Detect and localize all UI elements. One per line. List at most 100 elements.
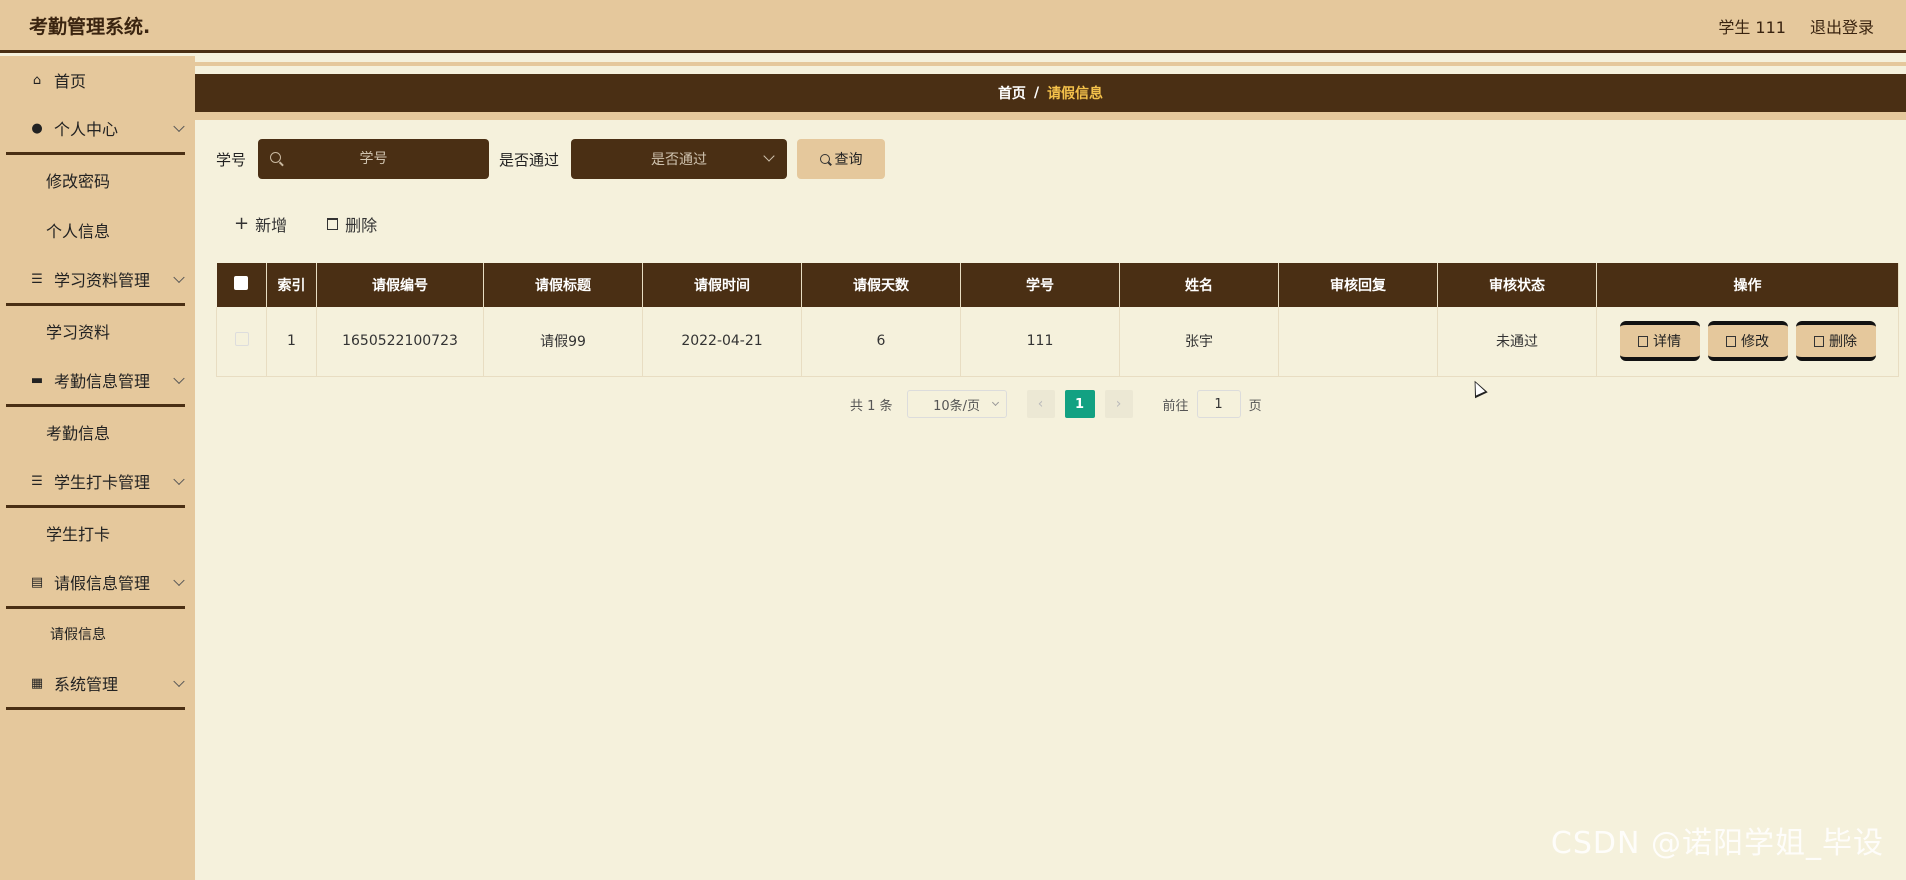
breadcrumb-underbar — [195, 112, 1906, 120]
top-right-area: 学生 111 退出登录 — [1718, 14, 1874, 38]
top-strip — [195, 62, 1906, 66]
pagination: 共 1 条 10条/页 ‹ 1 › 前往 1 页 — [850, 389, 1262, 419]
chevron-down-icon — [763, 150, 775, 162]
column-header: 请假标题 — [483, 263, 643, 307]
cell-operations: 详情 修改 删除 — [1596, 307, 1899, 377]
chevron-down-icon — [173, 675, 185, 688]
add-button-label: 新增 — [255, 216, 288, 235]
select-all-checkbox[interactable] — [234, 276, 249, 290]
search-icon — [819, 154, 830, 164]
sidebar-item-leave-mgmt[interactable]: ▤ 请假信息管理 — [0, 558, 195, 606]
clipboard-icon: ▤ — [30, 574, 44, 590]
chevron-right-icon: › — [1115, 396, 1122, 412]
breadcrumb-current: 请假信息 — [1047, 86, 1104, 102]
student-id-field[interactable] — [258, 139, 490, 179]
sidebar-item-checkin[interactable]: 学生打卡 — [0, 508, 195, 558]
row-delete-button[interactable]: 删除 — [1795, 321, 1876, 362]
logout-link[interactable]: 退出登录 — [1810, 14, 1874, 38]
sidebar-item-leave-info[interactable]: 请假信息 — [0, 609, 195, 659]
cell-name: 张宇 — [1119, 307, 1279, 377]
sidebar-item-change-password[interactable]: 修改密码 — [0, 155, 195, 205]
chevron-down-icon — [173, 372, 185, 385]
row-checkbox[interactable] — [234, 332, 249, 347]
watermark: CSDN @诺阳学姐_毕设 — [1550, 826, 1884, 861]
student-id-label: 学号 — [216, 150, 247, 169]
sidebar-item-system-mgmt[interactable]: ▦ 系统管理 — [0, 659, 195, 707]
leave-table: 索引 请假编号 请假标题 请假时间 请假天数 学号 姓名 审核回复 审核状态 操… — [216, 263, 1899, 377]
detail-button[interactable]: 详情 — [1619, 321, 1700, 362]
student-id-input[interactable] — [258, 151, 490, 167]
plus-icon: + — [234, 213, 250, 234]
sidebar-item-study-mgmt[interactable]: ☰ 学习资料管理 — [0, 255, 195, 303]
goto-label: 前往 — [1162, 398, 1189, 414]
user-icon: ● — [31, 120, 43, 136]
edit-icon — [1726, 335, 1736, 347]
sidebar-item-checkin-mgmt[interactable]: ☰ 学生打卡管理 — [0, 457, 195, 505]
chevron-down-icon — [173, 473, 185, 486]
search-icon — [270, 152, 282, 163]
goto-page-input[interactable]: 1 — [1196, 390, 1241, 418]
sidebar-item-personal-center[interactable]: ● 个人中心 — [0, 104, 195, 152]
cell-title: 请假99 — [483, 307, 643, 377]
breadcrumb-home[interactable]: 首页 — [998, 83, 1026, 103]
pass-select[interactable]: 是否通过 — [571, 139, 788, 179]
top-bar: 考勤管理系统. 学生 111 退出登录 — [0, 0, 1906, 53]
cell-student-id: 111 — [960, 307, 1120, 377]
row-select-cell[interactable] — [216, 307, 267, 377]
cell-time: 2022-04-21 — [642, 307, 802, 377]
sidebar-item-attendance-info[interactable]: 考勤信息 — [0, 407, 195, 457]
sidebar-item-attendance-mgmt[interactable]: ▬ 考勤信息管理 — [0, 356, 195, 404]
cell-days: 6 — [801, 307, 961, 377]
trash-icon — [1814, 335, 1824, 347]
sidebar-item-study-material[interactable]: 学习资料 — [0, 306, 195, 356]
table-row: 1 1650522100723 请假99 2022-04-21 6 111 张宇… — [216, 307, 1899, 377]
add-button[interactable]: + 新增 — [234, 212, 287, 236]
sidebar: ⌂ 首页 ● 个人中心 修改密码 个人信息 ☰ 学习资料管理 学习资料 ▬ 考勤… — [0, 56, 195, 880]
row-delete-button-label: 删除 — [1829, 334, 1857, 351]
column-header: 姓名 — [1119, 263, 1279, 307]
cell-leave-no: 1650522100723 — [316, 307, 484, 377]
edit-button-label: 修改 — [1741, 334, 1769, 351]
sidebar-item-home[interactable]: ⌂ 首页 — [0, 56, 195, 104]
page-number-button[interactable]: 1 — [1064, 390, 1095, 418]
chevron-down-icon — [991, 398, 999, 407]
next-page-button[interactable]: › — [1104, 390, 1133, 418]
cell-reply — [1278, 307, 1438, 377]
sidebar-item-label: 个人中心 — [54, 120, 119, 139]
chevron-left-icon: ‹ — [1037, 396, 1044, 412]
sidebar-item-label: 学生打卡管理 — [54, 473, 151, 492]
sidebar-item-personal-info[interactable]: 个人信息 — [0, 205, 195, 255]
cell-status: 未通过 — [1437, 307, 1597, 377]
column-header: 审核回复 — [1278, 263, 1438, 307]
column-header: 学号 — [960, 263, 1120, 307]
column-header: 索引 — [266, 263, 317, 307]
pass-select-value: 是否通过 — [651, 152, 708, 168]
current-user: 学生 111 — [1718, 18, 1786, 37]
document-icon — [1638, 335, 1648, 347]
column-header: 请假时间 — [642, 263, 802, 307]
search-form: 学号 是否通过 是否通过 查询 — [216, 139, 886, 179]
sidebar-item-label: 系统管理 — [54, 675, 119, 694]
sidebar-item-label: 学习资料管理 — [54, 271, 151, 290]
column-header: 请假编号 — [316, 263, 484, 307]
column-header: 审核状态 — [1437, 263, 1597, 307]
chevron-down-icon — [173, 271, 185, 284]
cell-index: 1 — [266, 307, 317, 377]
chevron-down-icon — [173, 574, 185, 587]
monitor-icon: ▬ — [30, 372, 44, 388]
list-icon: ☰ — [31, 271, 43, 287]
prev-page-button[interactable]: ‹ — [1026, 390, 1055, 418]
sidebar-item-label: 考勤信息管理 — [54, 372, 151, 391]
home-icon: ⌂ — [32, 72, 42, 88]
delete-button[interactable]: 删除 — [327, 212, 377, 236]
delete-button-label: 删除 — [345, 216, 378, 235]
sidebar-item-label: 首页 — [54, 72, 87, 91]
page-size-value: 10条/页 — [933, 398, 981, 414]
goto-suffix: 页 — [1248, 398, 1262, 414]
edit-button[interactable]: 修改 — [1707, 321, 1788, 362]
select-all-header[interactable] — [216, 263, 267, 307]
grid-icon: ▦ — [30, 675, 44, 691]
query-button[interactable]: 查询 — [797, 139, 886, 179]
action-row: + 新增 删除 — [234, 212, 377, 236]
page-size-select[interactable]: 10条/页 — [906, 390, 1007, 418]
